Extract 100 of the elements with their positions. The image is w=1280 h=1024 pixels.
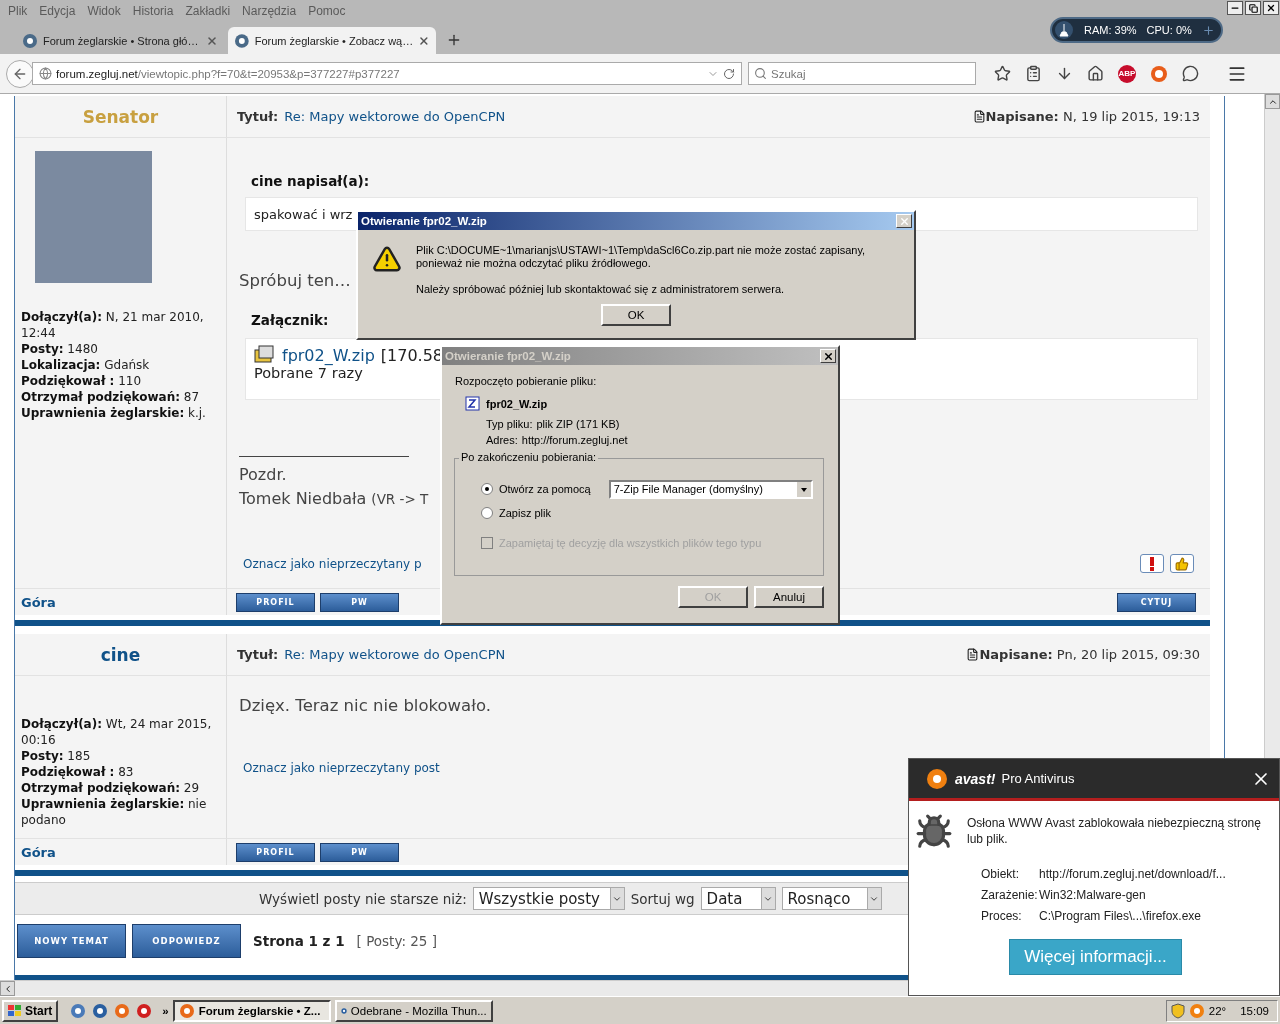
post-text: Spróbuj ten…: [239, 271, 351, 290]
topic-action-button[interactable]: ODPOWIEDZ: [132, 923, 241, 958]
range-select[interactable]: Wszystkie posty: [472, 887, 625, 910]
sort-label: Sortuj wg: [630, 890, 695, 907]
download-heading: Rozpoczęto pobieranie pliku:: [455, 375, 598, 387]
bookmark-star-icon[interactable]: [994, 65, 1011, 82]
order-select[interactable]: Rosnąco: [781, 887, 882, 910]
chat-icon[interactable]: [1182, 65, 1199, 82]
close-icon[interactable]: [418, 34, 430, 47]
menu-item[interactable]: Historia: [126, 4, 180, 18]
search-field[interactable]: Szukaj: [748, 62, 976, 85]
plus-icon[interactable]: [1202, 23, 1215, 37]
new-tab-icon[interactable]: [446, 32, 462, 48]
detail-value: Win32:Malware-gen: [1039, 888, 1147, 902]
post-text: Dzięx. Teraz nic nie blokowało.: [239, 696, 491, 715]
brand-name: avast!: [955, 770, 996, 787]
radio-button[interactable]: [481, 507, 493, 519]
detail-value: http://forum.zegluj.net/download/f...: [1039, 867, 1227, 881]
desktop-icon[interactable]: [70, 1002, 87, 1019]
type-label: Typ pliku:: [486, 417, 533, 432]
alert-message: Osłona WWW Avast zablokowała niebezpieczną stronę lub plik.: [967, 815, 1262, 848]
profile-action-button[interactable]: PROFIL: [236, 592, 315, 612]
taskbar-button[interactable]: Odebrane - Mozilla Thun...: [334, 999, 493, 1022]
dialog-button[interactable]: Anuluj: [754, 586, 824, 608]
top-link[interactable]: Góra: [21, 844, 56, 860]
topic-action-button[interactable]: NOWY TEMAT: [17, 923, 126, 958]
close-button[interactable]: [1263, 1, 1279, 15]
bug-icon: [915, 813, 953, 851]
globe-icon: [39, 67, 52, 80]
overflow-chevron[interactable]: »: [162, 1004, 169, 1017]
menu-item[interactable]: Plik: [2, 4, 34, 18]
address-bar[interactable]: forum.zegluj.net/viewtopic.php?f=70&t=20953&p=377227#p377227: [32, 62, 742, 85]
menu-item[interactable]: Pomoc: [302, 4, 352, 18]
address-label: Adres:: [486, 433, 518, 448]
home-icon[interactable]: [1087, 65, 1104, 82]
close-icon: [822, 350, 834, 362]
report-icon[interactable]: [1140, 554, 1164, 573]
profile-field: Podziękował : 83: [21, 764, 220, 780]
menu-item[interactable]: Zakładki: [179, 4, 237, 18]
ok-button[interactable]: OK: [601, 304, 671, 326]
browser-icon[interactable]: [92, 1002, 109, 1019]
mark-unread-link[interactable]: Oznacz jako nieprzeczytany p: [243, 556, 422, 571]
profile-action-button[interactable]: PW: [320, 842, 399, 862]
profile-field: Uprawnienia żeglarskie: k.j.: [21, 405, 220, 421]
back-button[interactable]: [6, 59, 34, 88]
attachment-link[interactable]: fpr02_W.zip: [282, 345, 375, 365]
dialog-title: Otwieranie fpr02_W.zip: [445, 350, 571, 362]
detail-label: Zarażenie:: [981, 888, 1039, 902]
group-legend: Po zakończeniu pobierania:: [459, 451, 599, 463]
thumbs-up-icon[interactable]: [1170, 554, 1194, 573]
signature-name: Tomek Niedbała: [239, 488, 367, 510]
menu-item[interactable]: Widok: [81, 4, 127, 18]
menu-item[interactable]: Edycja: [33, 4, 82, 18]
application-select[interactable]: 7-Zip File Manager (domyślny): [608, 479, 813, 499]
author-name[interactable]: cine: [100, 644, 141, 665]
topic-link[interactable]: Re: Mapy wektorowe do OpenCPN: [284, 109, 506, 124]
page-info: Strona 1 z 1: [253, 932, 345, 949]
profile-field: Dołączył(a): Wt, 24 mar 2015, 00:16: [21, 716, 220, 748]
file-name: fpr02_W.zip: [486, 398, 548, 410]
site-icon[interactable]: [22, 32, 38, 49]
post-count: [ Posty: 25 ]: [356, 932, 437, 949]
post-date: Napisane: Pn, 20 lip 2015, 09:30: [979, 647, 1200, 662]
restore-button[interactable]: [1245, 1, 1261, 15]
top-link[interactable]: Góra: [21, 594, 56, 610]
profile-field: Uprawnienia żeglarskie: nie podano: [21, 796, 220, 828]
app-icon[interactable]: [178, 1002, 195, 1019]
filter-label: Wyświetl posty nie starsze niż:: [259, 890, 467, 907]
windows-logo-icon: [8, 1004, 22, 1017]
cpu-usage: CPU: 0%: [1146, 24, 1192, 36]
topic-link[interactable]: Re: Mapy wektorowe do OpenCPN: [284, 647, 506, 662]
option-label[interactable]: Otwórz za pomocą: [499, 483, 591, 495]
profile-action-button[interactable]: PW: [320, 592, 399, 612]
sort-key-select[interactable]: Data: [700, 887, 776, 910]
taskbar-button[interactable]: Forum żeglarskie • Z...: [172, 999, 331, 1022]
detail-label: Obiekt:: [981, 867, 1020, 881]
radio-button[interactable]: [481, 483, 493, 495]
detail-label: Proces:: [981, 909, 1023, 923]
download-icon[interactable]: [1056, 65, 1073, 82]
quote-text: spakować i wrz: [254, 206, 353, 222]
minimize-button[interactable]: [1227, 1, 1243, 15]
quote-button[interactable]: CYTUJ: [1117, 592, 1196, 612]
adblock-badge[interactable]: ABP: [1118, 64, 1136, 83]
profile-action-button[interactable]: PROFIL: [236, 842, 315, 862]
mark-unread-link[interactable]: Oznacz jako nieprzeczytany post: [243, 760, 440, 775]
profile-field: Dołączył(a): N, 21 mar 2010, 12:44: [21, 309, 220, 341]
browser-tab[interactable]: Forum żeglarskie • Zobacz wą…: [228, 27, 436, 54]
start-button[interactable]: Start: [2, 999, 59, 1022]
menu-item[interactable]: Narzędzia: [236, 4, 303, 18]
option-label[interactable]: Zapisz plik: [499, 507, 551, 519]
app-icon[interactable]: [136, 1002, 153, 1019]
reload-icon[interactable]: [723, 67, 735, 80]
file-address: http://forum.zegluj.net: [521, 433, 628, 448]
folder-icon: [254, 345, 276, 365]
close-icon: [898, 215, 910, 227]
profile-field: Lokalizacja: Gdańsk: [21, 357, 220, 373]
reading-list-icon[interactable]: [1025, 65, 1042, 82]
profile-field: Podziękował : 110: [21, 373, 220, 389]
site-icon[interactable]: [234, 32, 250, 49]
dialog-title: Otwieranie fpr02_W.zip: [361, 215, 487, 227]
browser-tab[interactable]: Forum żeglarskie • Strona głó…: [16, 27, 224, 54]
